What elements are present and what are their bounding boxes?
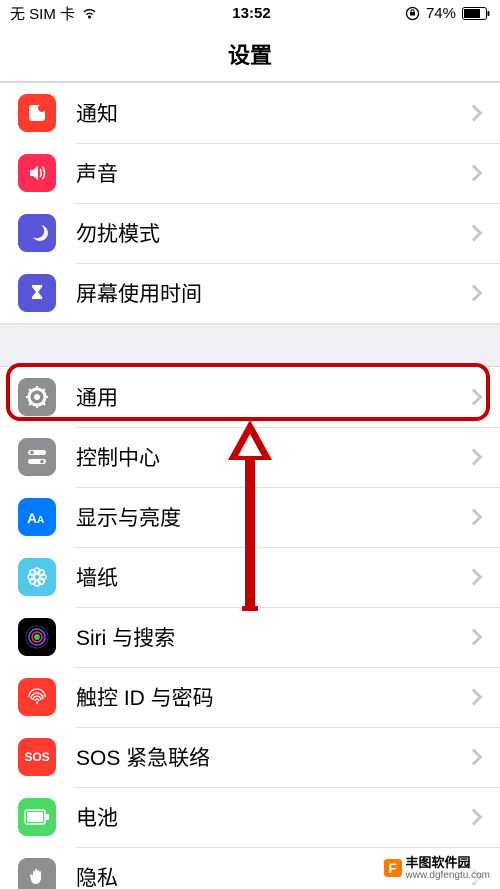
- row-general[interactable]: 通用: [0, 367, 500, 427]
- page-title: 设置: [228, 38, 272, 70]
- chevron-right-icon: [466, 389, 483, 406]
- row-label: 勿扰模式: [76, 218, 468, 248]
- sos-icon: SOS: [18, 738, 56, 776]
- row-sos[interactable]: SOS SOS 紧急联络: [0, 727, 500, 787]
- fingerprint-icon: [18, 678, 56, 716]
- row-label: 控制中心: [76, 442, 468, 472]
- svg-text:A: A: [37, 515, 44, 526]
- row-label: 触控 ID 与密码: [76, 682, 468, 712]
- watermark-url: www.dgfengtu.com: [406, 870, 491, 881]
- row-sounds[interactable]: 声音: [0, 143, 500, 203]
- row-display[interactable]: AA 显示与亮度: [0, 487, 500, 547]
- row-label: Siri 与搜索: [76, 622, 468, 652]
- nav-bar: 设置: [0, 26, 500, 82]
- notification-icon: [18, 94, 56, 132]
- status-bar: 无 SIM 卡 13:52 74%: [0, 0, 500, 26]
- watermark-logo: F: [384, 859, 402, 877]
- watermark: F 丰图软件园 www.dgfengtu.com: [380, 854, 495, 883]
- row-label: 声音: [76, 158, 468, 188]
- chevron-right-icon: [466, 449, 483, 466]
- hand-icon: [18, 858, 56, 889]
- chevron-right-icon: [466, 629, 483, 646]
- row-dnd[interactable]: 勿扰模式: [0, 203, 500, 263]
- chevron-right-icon: [466, 749, 483, 766]
- row-screentime[interactable]: 屏幕使用时间: [0, 263, 500, 323]
- wifi-icon: [81, 7, 98, 20]
- row-wallpaper[interactable]: 墙纸: [0, 547, 500, 607]
- chevron-right-icon: [466, 285, 483, 302]
- row-label: 屏幕使用时间: [76, 278, 468, 308]
- sound-icon: [18, 154, 56, 192]
- siri-icon: [18, 618, 56, 656]
- settings-group-2: 通用 控制中心 AA 显示与亮度 墙纸 Siri 与搜索 触控 ID 与密码: [0, 366, 500, 889]
- svg-text:SOS: SOS: [24, 750, 49, 764]
- moon-icon: [18, 214, 56, 252]
- flower-icon: [18, 558, 56, 596]
- svg-text:A: A: [27, 510, 37, 526]
- row-label: SOS 紧急联络: [76, 742, 468, 772]
- chevron-right-icon: [466, 689, 483, 706]
- chevron-right-icon: [466, 105, 483, 122]
- toggles-icon: [18, 438, 56, 476]
- row-label: 通知: [76, 98, 468, 128]
- chevron-right-icon: [466, 165, 483, 182]
- row-label: 显示与亮度: [76, 502, 468, 532]
- row-controlcenter[interactable]: 控制中心: [0, 427, 500, 487]
- text-size-icon: AA: [18, 498, 56, 536]
- row-battery[interactable]: 电池: [0, 787, 500, 847]
- gear-icon: [18, 378, 56, 416]
- settings-group-1: 通知 声音 勿扰模式 屏幕使用时间: [0, 82, 500, 324]
- status-right: 74%: [405, 5, 490, 22]
- battery-pct: 74%: [426, 5, 456, 22]
- chevron-right-icon: [466, 225, 483, 242]
- row-touchid[interactable]: 触控 ID 与密码: [0, 667, 500, 727]
- row-label: 电池: [76, 802, 468, 832]
- row-label: 通用: [76, 382, 468, 412]
- status-time: 13:52: [232, 5, 270, 22]
- status-left: 无 SIM 卡: [10, 3, 98, 24]
- hourglass-icon: [18, 274, 56, 312]
- chevron-right-icon: [466, 809, 483, 826]
- orientation-lock-icon: [405, 6, 420, 21]
- row-notifications[interactable]: 通知: [0, 83, 500, 143]
- row-siri[interactable]: Siri 与搜索: [0, 607, 500, 667]
- battery-icon: [18, 798, 56, 836]
- chevron-right-icon: [466, 509, 483, 526]
- chevron-right-icon: [466, 569, 483, 586]
- row-label: 墙纸: [76, 562, 468, 592]
- battery-icon: [462, 7, 490, 20]
- watermark-site: 丰图软件园: [406, 856, 491, 870]
- carrier-text: 无 SIM 卡: [10, 3, 75, 24]
